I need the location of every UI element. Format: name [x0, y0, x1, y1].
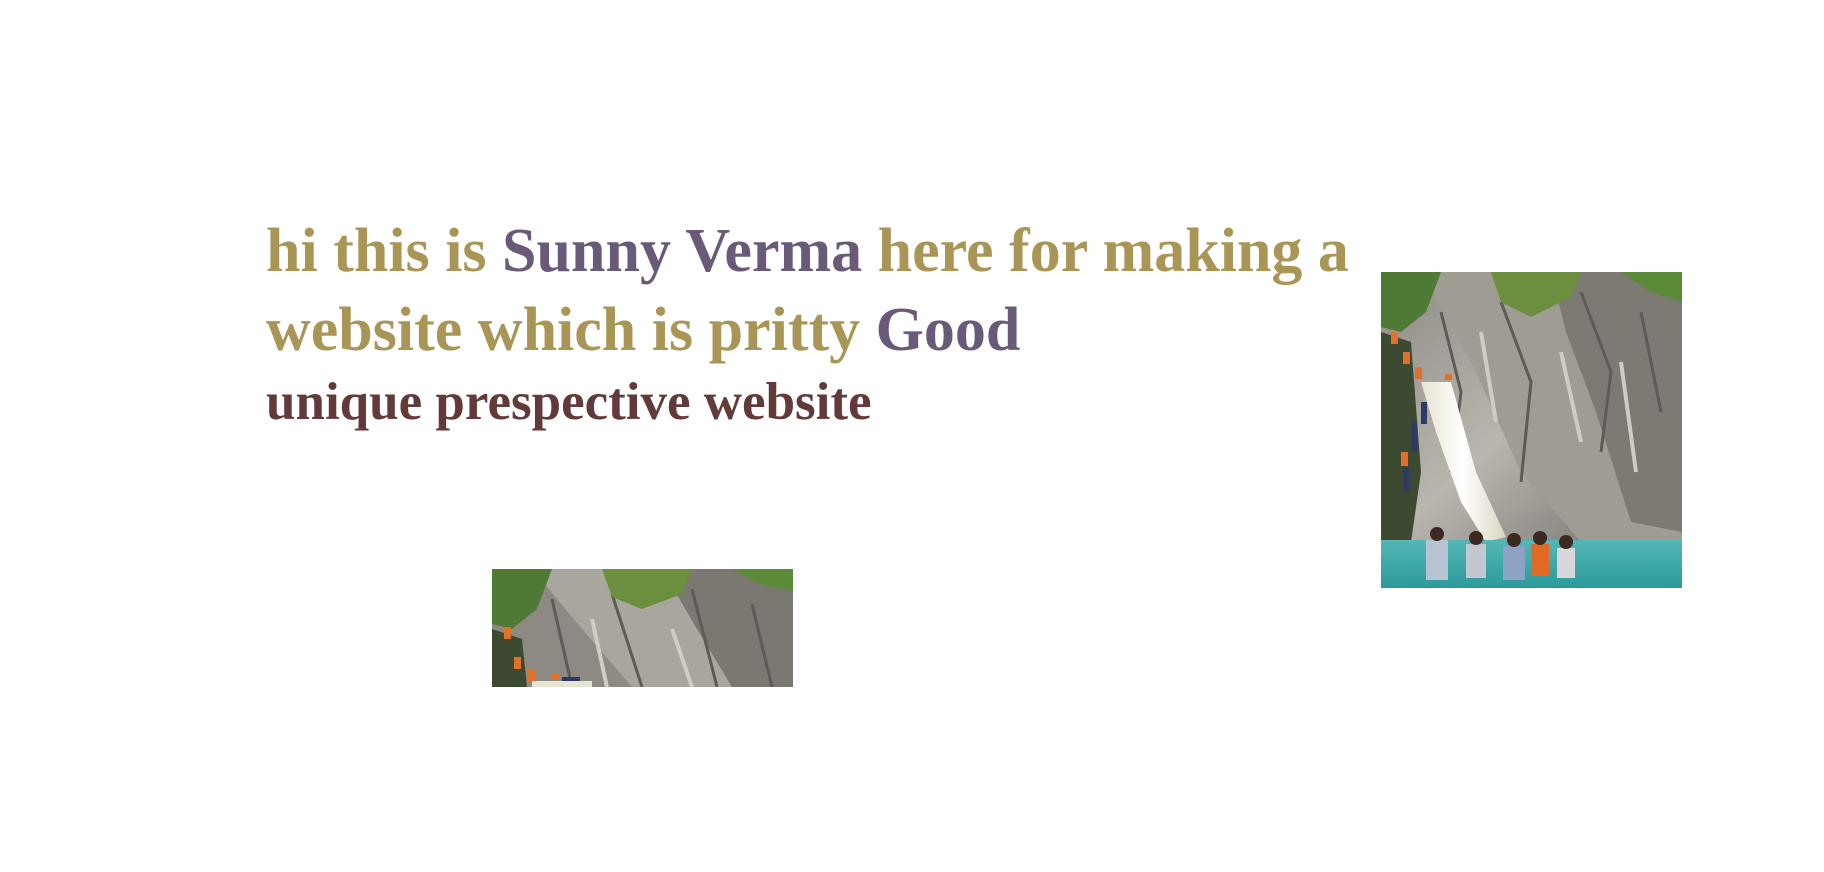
waterfall-photo-cropped	[492, 569, 793, 687]
page: hi this is Sunny Verma here for making a…	[0, 0, 1824, 872]
waterfall-image	[1381, 272, 1682, 588]
author-name: Sunny Verma	[502, 217, 863, 285]
headline-prefix: hi this is	[266, 217, 503, 285]
headline-good: Good	[875, 296, 1021, 364]
waterfall-image-cropped	[492, 569, 793, 687]
hero-headline: hi this is Sunny Verma here for making a…	[266, 212, 1466, 370]
waterfall-photo	[1381, 272, 1682, 588]
tagline: unique prespective website	[266, 373, 872, 431]
